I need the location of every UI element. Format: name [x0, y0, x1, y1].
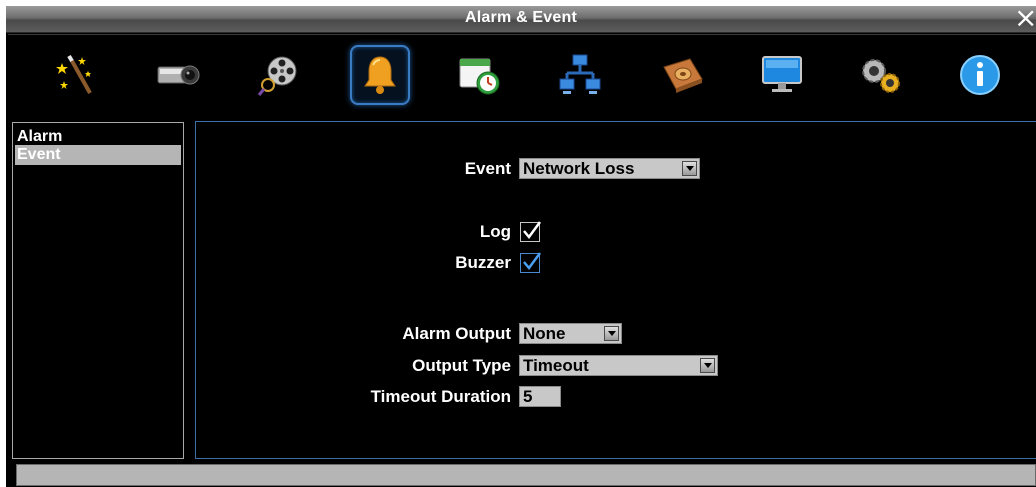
chevron-down-icon [682, 161, 697, 176]
event-dropdown-value: Network Loss [523, 159, 635, 178]
timeout-duration-input[interactable]: 5 [519, 386, 561, 407]
buzzer-checkbox[interactable] [520, 252, 542, 273]
output-type-value: Timeout [523, 356, 589, 375]
output-type-dropdown[interactable]: Timeout [519, 355, 718, 376]
alarm-output-value: None [523, 324, 566, 343]
log-label: Log [479, 222, 511, 241]
wizard-wand-icon[interactable] [46, 45, 106, 105]
chevron-down-icon [604, 326, 619, 341]
buzzer-label: Buzzer [455, 253, 511, 272]
network-icon[interactable] [550, 45, 610, 105]
main-toolbar [8, 34, 1036, 117]
output-type-label: Output Type [412, 356, 511, 375]
info-icon[interactable] [950, 45, 1010, 105]
event-label: Event [464, 159, 511, 178]
alarm-event-window: Alarm & Event × Alarm Event Event Networ… [6, 6, 1036, 487]
window-title: Alarm & Event [465, 9, 577, 26]
event-dropdown[interactable]: Network Loss [519, 158, 700, 179]
chevron-down-icon [700, 358, 715, 373]
sidebar: Alarm Event [12, 122, 184, 459]
schedule-clock-icon[interactable] [450, 45, 510, 105]
close-icon[interactable]: × [1014, 6, 1036, 32]
checkmark-icon [523, 221, 542, 240]
bell-icon[interactable] [350, 45, 410, 105]
sidebar-item-event[interactable]: Event [15, 145, 181, 165]
alarm-output-label: Alarm Output [402, 324, 511, 343]
log-checkbox[interactable] [520, 221, 542, 242]
sidebar-item-alarm[interactable]: Alarm [15, 127, 181, 147]
status-bar [16, 464, 1036, 486]
event-settings-panel: Event Network Loss Log Buzzer Alarm Outp… [195, 121, 1036, 459]
film-reel-icon[interactable] [248, 45, 308, 105]
storage-disk-icon[interactable] [652, 45, 712, 105]
gears-icon[interactable] [850, 45, 910, 105]
title-bar: Alarm & Event × [6, 6, 1036, 33]
camera-icon[interactable] [148, 45, 208, 105]
monitor-icon[interactable] [752, 45, 812, 105]
alarm-output-dropdown[interactable]: None [519, 323, 622, 344]
timeout-duration-label: Timeout Duration [370, 387, 511, 406]
checkmark-icon [523, 252, 542, 271]
